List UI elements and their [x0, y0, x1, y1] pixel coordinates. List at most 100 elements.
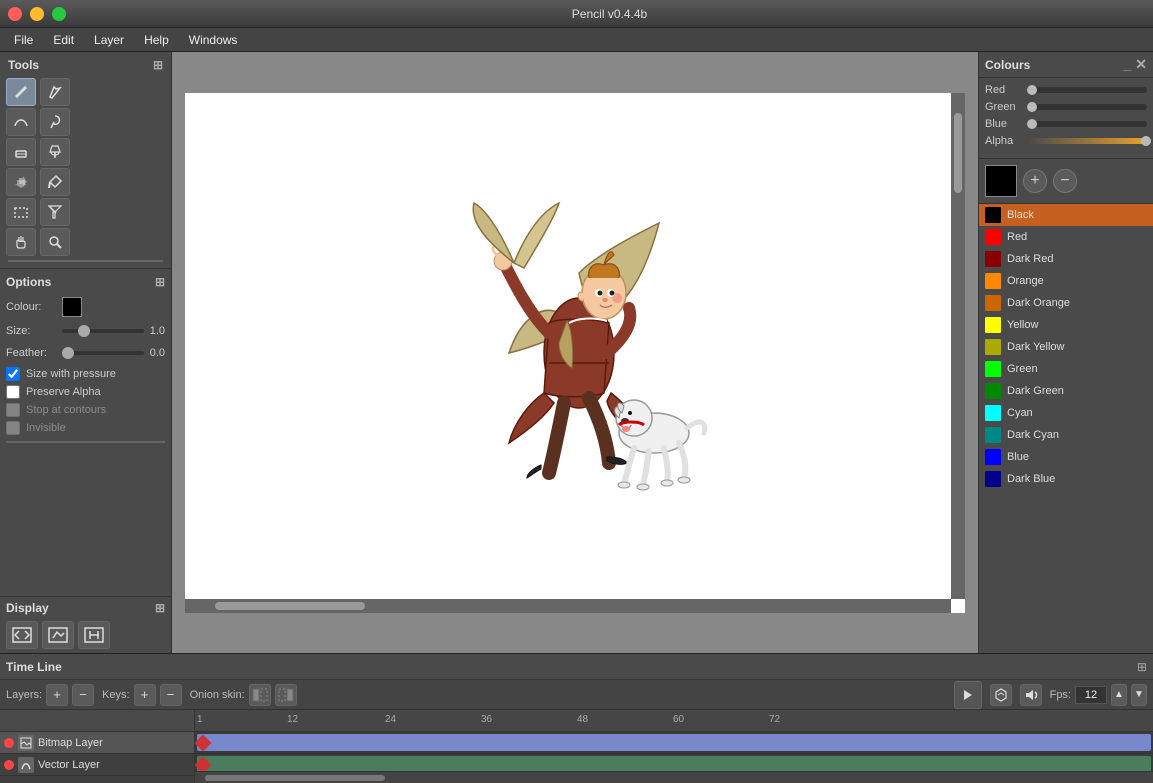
minimize-button[interactable]: [30, 7, 44, 21]
colour-name-3: Orange: [1007, 275, 1044, 287]
menu-layer[interactable]: Layer: [84, 31, 134, 49]
stop-at-contours-checkbox[interactable]: [6, 403, 20, 417]
alpha-label: Alpha: [985, 135, 1023, 147]
stop-at-contours-row: Stop at contours: [6, 403, 165, 417]
loop-button[interactable]: [990, 684, 1012, 706]
colour-item-dark-orange[interactable]: Dark Orange: [979, 292, 1153, 314]
tool-hand[interactable]: [6, 228, 36, 256]
add-colour-button[interactable]: +: [1023, 169, 1047, 193]
green-slider[interactable]: [1027, 104, 1147, 110]
colour-item-red[interactable]: Red: [979, 226, 1153, 248]
play-button[interactable]: [954, 681, 982, 709]
colour-item-orange[interactable]: Orange: [979, 270, 1153, 292]
menu-file[interactable]: File: [4, 31, 43, 49]
colours-close-icon[interactable]: ✕: [1135, 56, 1147, 73]
layer-row-bitmap[interactable]: Bitmap Layer: [0, 732, 194, 754]
tool-pencil[interactable]: [6, 78, 36, 106]
remove-key-button[interactable]: −: [160, 684, 182, 706]
blue-slider[interactable]: [1027, 121, 1147, 127]
colour-item-green[interactable]: Green: [979, 358, 1153, 380]
timeline-frames: 1 12 24 36 48 60 72: [195, 710, 1153, 783]
tool-rect-select[interactable]: [6, 198, 36, 226]
colours-minimize-icon[interactable]: _: [1123, 56, 1131, 73]
tool-eraser[interactable]: [6, 138, 36, 166]
timeline-scroll-thumb[interactable]: [205, 775, 385, 781]
tools-divider: [8, 260, 163, 262]
timeline-layers-panel: Bitmap Layer Vector Layer: [0, 710, 195, 783]
feather-slider[interactable]: [62, 345, 144, 361]
fps-input[interactable]: 12: [1075, 686, 1107, 704]
colour-item-black[interactable]: Black: [979, 204, 1153, 226]
menu-edit[interactable]: Edit: [43, 31, 84, 49]
canvas-vertical-scrollbar[interactable]: [951, 93, 965, 599]
colour-item-dark-blue[interactable]: Dark Blue: [979, 468, 1153, 490]
menu-windows[interactable]: Windows: [179, 31, 248, 49]
colour-sliders-section: Red Green Blue: [979, 78, 1153, 159]
tool-zoom[interactable]: [40, 228, 70, 256]
display-btn-1[interactable]: [6, 621, 38, 649]
timeline-scrollbar[interactable]: [195, 771, 1153, 783]
onion-skin-controls: Onion skin:: [190, 684, 297, 706]
layer-name-bitmap: Bitmap Layer: [38, 737, 103, 749]
colour-item-blue[interactable]: Blue: [979, 446, 1153, 468]
tool-bezier[interactable]: [6, 108, 36, 136]
layer-row-vector[interactable]: Vector Layer: [0, 754, 194, 776]
size-with-pressure-checkbox[interactable]: [6, 367, 20, 381]
feather-value: 0.0: [150, 347, 165, 359]
display-expand-icon[interactable]: ⊞: [155, 601, 165, 615]
colour-dot-3: [985, 273, 1001, 289]
colour-name-10: Dark Cyan: [1007, 429, 1059, 441]
add-key-button[interactable]: +: [134, 684, 156, 706]
menu-help[interactable]: Help: [134, 31, 179, 49]
colour-preview-swatch[interactable]: [985, 165, 1017, 197]
close-button[interactable]: [8, 7, 22, 21]
horizontal-scroll-thumb[interactable]: [215, 602, 365, 610]
tool-bucket[interactable]: [40, 138, 70, 166]
tool-arrow[interactable]: [40, 198, 70, 226]
preserve-alpha-checkbox[interactable]: [6, 385, 20, 399]
maximize-button[interactable]: [52, 7, 66, 21]
tools-header: Tools ⊞: [4, 56, 167, 76]
colour-name-4: Dark Orange: [1007, 297, 1070, 309]
fps-controls: Fps: 12 ▲ ▼: [1050, 684, 1147, 706]
colour-item-dark-green[interactable]: Dark Green: [979, 380, 1153, 402]
remove-layer-button[interactable]: −: [72, 684, 94, 706]
canvas-area[interactable]: [172, 52, 978, 653]
remove-colour-button[interactable]: −: [1053, 169, 1077, 193]
tool-eyedropper[interactable]: [40, 168, 70, 196]
onion-prev-button[interactable]: [249, 684, 271, 706]
red-slider[interactable]: [1027, 87, 1147, 93]
colour-item-dark-cyan[interactable]: Dark Cyan: [979, 424, 1153, 446]
canvas-horizontal-scrollbar[interactable]: [185, 599, 951, 613]
display-header: Display ⊞: [6, 601, 165, 615]
colour-item-dark-yellow[interactable]: Dark Yellow: [979, 336, 1153, 358]
tool-pen[interactable]: [40, 78, 70, 106]
fps-up-button[interactable]: ▲: [1111, 684, 1127, 706]
sound-button[interactable]: [1020, 684, 1042, 706]
tools-expand-icon[interactable]: ⊞: [153, 58, 163, 72]
frame-marker-72: 72: [769, 714, 780, 725]
options-expand-icon[interactable]: ⊞: [155, 275, 165, 289]
timeline-expand-icon[interactable]: ⊞: [1137, 660, 1147, 674]
tool-lasso[interactable]: [40, 108, 70, 136]
display-btn-2[interactable]: [42, 621, 74, 649]
colour-item-dark-red[interactable]: Dark Red: [979, 248, 1153, 270]
frame-track-bitmap: [195, 732, 1153, 754]
invisible-checkbox[interactable]: [6, 421, 20, 435]
green-label: Green: [985, 101, 1023, 113]
fps-down-button[interactable]: ▼: [1131, 684, 1147, 706]
display-btn-3[interactable]: [78, 621, 110, 649]
main-layout: Tools ⊞: [0, 52, 1153, 783]
alpha-slider[interactable]: [1027, 138, 1147, 144]
add-layer-button[interactable]: +: [46, 684, 68, 706]
size-with-pressure-row: Size with pressure: [6, 367, 165, 381]
tool-move[interactable]: [6, 168, 36, 196]
vertical-scroll-thumb[interactable]: [954, 113, 962, 193]
onion-next-button[interactable]: [275, 684, 297, 706]
layer-name-vector: Vector Layer: [38, 759, 100, 771]
colour-swatch[interactable]: [62, 297, 82, 317]
size-slider[interactable]: [62, 323, 144, 339]
colour-item-cyan[interactable]: Cyan: [979, 402, 1153, 424]
red-label: Red: [985, 84, 1023, 96]
colour-item-yellow[interactable]: Yellow: [979, 314, 1153, 336]
